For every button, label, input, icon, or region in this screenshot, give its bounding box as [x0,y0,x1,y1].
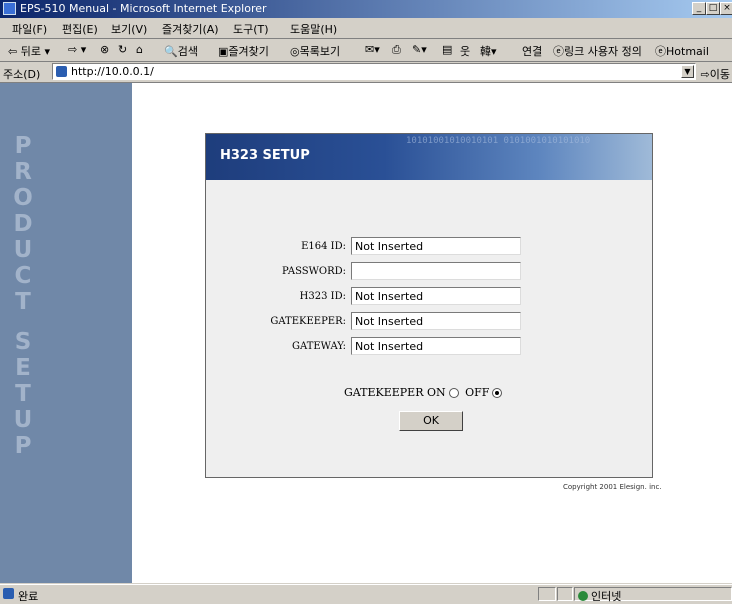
back-label: 뒤로 [20,45,41,58]
gateway-label: GATEWAY: [292,341,346,352]
sidebar-letter: T [15,289,31,315]
password-label: PASSWORD: [282,266,346,277]
status-segment [538,587,556,601]
sidebar-letter: C [14,263,32,289]
link-hotmail[interactable]: ⓔHotmail [655,43,709,59]
go-label: 이동 [709,68,730,81]
links-label: 연결 [522,45,543,58]
translate-icon[interactable]: 韓▾ [480,43,497,59]
address-field: ▼ [52,63,696,80]
on-label: ON [427,386,446,399]
address-bar: 주소(D) ▼ ⇨이동 [0,62,732,83]
link-custom-label: 링크 사용자 정의 [564,45,642,58]
binary-decoration: 10101001010010101 0101001010101010 [406,136,591,146]
mail-icon[interactable]: ✉▾ [365,43,380,56]
e164-id-input[interactable] [351,237,521,255]
forward-button[interactable]: ⇨ ▾ [68,43,86,56]
h323-id-label: H323 ID: [299,291,346,302]
status-segment [557,587,573,601]
window-titlebar: EPS-510 Menual - Microsoft Internet Expl… [0,0,732,18]
page-icon [56,66,67,77]
gatekeeper-label: GATEKEEPER: [270,316,346,327]
favorites-label: 즐겨찾기 [228,45,269,58]
sidebar-letter: U [13,407,33,433]
sidebar-letter: R [14,159,32,185]
sidebar-letter: U [13,237,33,263]
menu-edit[interactable]: 편집(E) [62,21,98,37]
ok-button[interactable]: OK [399,411,463,431]
link-custom[interactable]: ⓔ링크 사용자 정의 [553,43,642,59]
discuss-icon[interactable]: ▤ [442,43,452,56]
minimize-button[interactable]: _ [692,2,706,15]
close-button[interactable]: × [720,2,732,15]
product-setup-vertical-text: PRODUCT SETUP [10,133,36,459]
standard-toolbar: ⇦ 뒤로 ▾ ⇨ ▾ ⊗ ↻ ⌂ 🔍검색 ▣즐겨찾기 ◎목록보기 ✉▾ ⎙ ✎▾… [0,39,732,62]
link-hotmail-label: Hotmail [666,45,709,58]
messenger-icon[interactable]: 웃 [460,43,470,59]
go-button[interactable]: ⇨이동 [701,66,730,82]
menu-bar: 파일(F) 편집(E) 보기(V) 즐겨찾기(A) 도구(T) 도움말(H) [0,18,732,39]
sidebar-letter: S [14,329,32,355]
gatekeeper-input[interactable] [351,312,521,330]
sidebar-letter: T [15,381,31,407]
menu-favorites[interactable]: 즐겨찾기(A) [162,21,219,37]
stop-icon[interactable]: ⊗ [100,43,109,56]
sidebar-letter: O [13,185,33,211]
address-label: 주소(D) [3,68,41,81]
sidebar-letter: P [14,433,32,459]
ie-app-icon [3,2,16,15]
panel-header: 10101001010010101 0101001010101010 H323 … [206,134,652,180]
maximize-button[interactable]: □ [706,2,720,15]
history-button[interactable]: ◎목록보기 [290,43,340,59]
password-input[interactable] [351,262,521,280]
favorites-button[interactable]: ▣즐겨찾기 [218,43,269,59]
menu-tools[interactable]: 도구(T) [233,21,269,37]
sidebar-letter [10,315,36,329]
menu-view[interactable]: 보기(V) [111,21,147,37]
status-bar: 완료 인터넷 [0,584,732,603]
address-dropdown-button[interactable]: ▼ [681,65,694,78]
back-button[interactable]: ⇦ 뒤로 ▾ [8,43,50,59]
search-button[interactable]: 🔍검색 [164,43,198,59]
print-icon[interactable]: ⎙ [392,43,401,57]
window-title: EPS-510 Menual - Microsoft Internet Expl… [20,2,267,15]
home-icon[interactable]: ⌂ [136,43,143,56]
page-content: PRODUCT SETUP 10101001010010101 01010010… [0,83,732,583]
e164-id-label: E164 ID: [301,241,346,252]
sidebar-banner: PRODUCT SETUP [0,83,132,583]
history-label: 목록보기 [299,45,341,58]
h323-id-input[interactable] [351,287,521,305]
sidebar-letter: D [13,211,33,237]
window-controls: _ □ × [692,1,732,17]
sidebar-letter: P [14,133,32,159]
globe-icon [578,591,588,601]
h323-setup-panel: 10101001010010101 0101001010101010 H323 … [205,133,653,478]
address-input[interactable] [71,65,671,78]
menu-help[interactable]: 도움말(H) [290,21,337,37]
page-status-icon [3,588,14,599]
sidebar-letter: E [15,355,31,381]
off-label: OFF [465,386,490,399]
gatekeeper-on-radio[interactable] [448,388,459,398]
gatekeeper-toggle-row: GATEKEEPER ON OFF [344,386,505,399]
refresh-icon[interactable]: ↻ [118,43,127,56]
edit-icon[interactable]: ✎▾ [412,43,427,56]
gatekeeper-off-radio[interactable] [492,388,503,398]
gateway-input[interactable] [351,337,521,355]
menu-file[interactable]: 파일(F) [12,21,47,37]
zone-label: 인터넷 [591,590,622,603]
gatekeeper-toggle-label: GATEKEEPER [344,386,424,399]
search-label: 검색 [177,45,198,58]
copyright-text: Copyright 2001 Elesign. inc. [563,483,662,491]
panel-title: H323 SETUP [220,148,310,163]
